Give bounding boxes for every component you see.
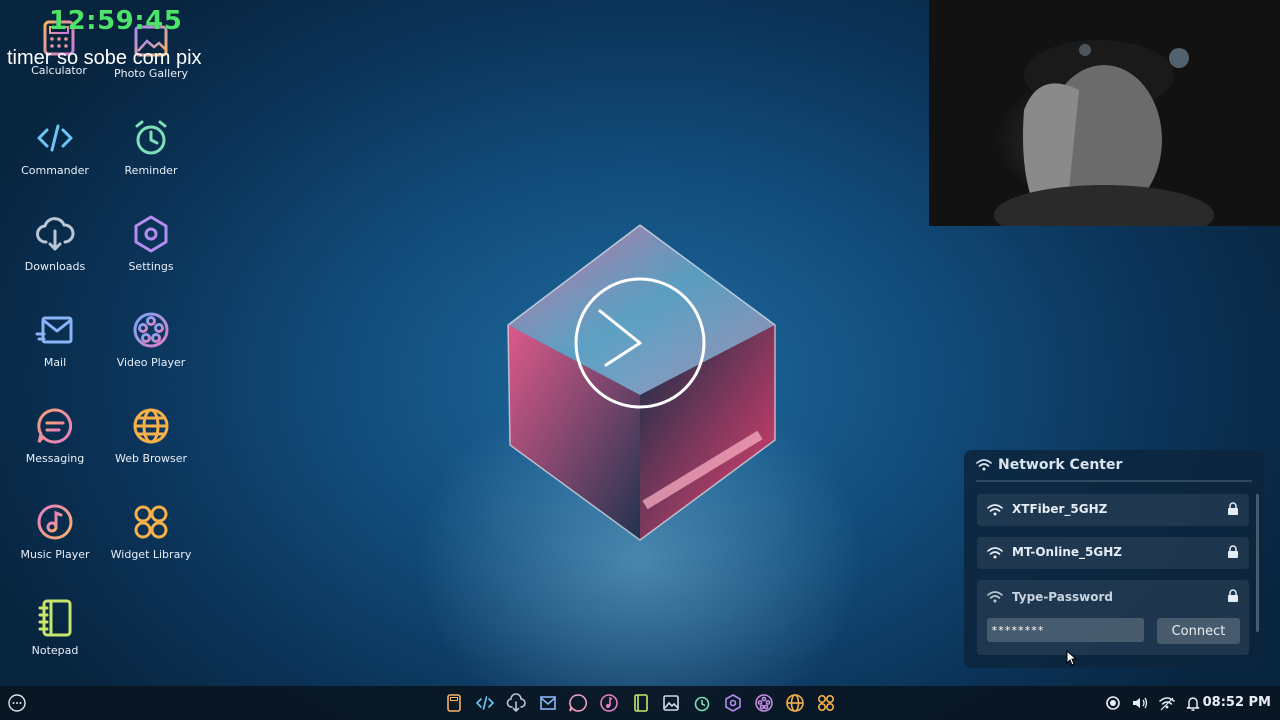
network-item-type-password[interactable]: Type-Password Connect [977,580,1249,655]
web-browser-icon [133,408,169,444]
video-player-icon [133,312,169,348]
desktop-icon-settings[interactable]: Settings [103,214,199,294]
music-player-icon[interactable] [599,693,619,713]
network-item-xtfiber[interactable]: XTFiber_5GHZ [977,494,1249,526]
settings-icon [134,215,168,253]
desktop-icon-label: Notepad [31,644,79,657]
music-player-icon [37,504,73,540]
settings-icon[interactable] [723,693,743,713]
desktop-icon-label: Web Browser [114,452,188,465]
password-field[interactable] [987,618,1144,642]
desktop-icon-mail[interactable]: Mail [7,310,103,390]
desktop-icon-label: Messaging [25,452,85,465]
downloads-icon[interactable] [506,693,526,713]
webcam-overlay [929,0,1280,226]
desktop-icon-label: Music Player [20,548,90,561]
widget-library-icon[interactable] [816,693,836,713]
volume-icon[interactable] [1130,693,1150,713]
overlay-caption: timer so sobe com pix [7,47,202,69]
launcher-icon[interactable] [7,693,27,713]
record-icon[interactable] [1103,693,1123,713]
desktop-icon-label: Commander [21,164,89,177]
taskbar: 08:52 PM [0,686,1280,720]
desktop-icon-reminder[interactable]: Reminder [103,118,199,198]
network-item-mt-online[interactable]: MT-Online_5GHZ [977,537,1249,569]
messaging-icon [37,408,73,444]
connect-button[interactable]: Connect [1157,618,1240,644]
video-player-icon[interactable] [754,693,774,713]
wallpaper-cube-clock [490,215,790,555]
scrollbar[interactable] [1256,494,1259,632]
wifi-icon [987,591,1003,603]
wifi-icon[interactable] [1157,693,1177,713]
desktop-icon-video-player[interactable]: Video Player [103,310,199,390]
desktop-icon-web-browser[interactable]: Web Browser [103,406,199,486]
desktop-icon-label: Downloads [24,260,86,273]
network-center-title: Network Center [998,457,1123,473]
desktop-icon-downloads[interactable]: Downloads [7,214,103,294]
wifi-icon [976,459,992,471]
commander-icon [37,124,73,152]
network-name: XTFiber_5GHZ [1012,502,1108,516]
desktop-icon-commander[interactable]: Commander [7,118,103,198]
mail-icon [35,316,73,344]
desktop-icon-notepad[interactable]: Notepad [7,598,103,678]
mouse-cursor-icon [1066,650,1078,666]
wifi-icon [987,504,1003,516]
desktop-icon-label: Mail [43,356,67,369]
desktop-icon-label: Settings [128,260,174,273]
reminder-icon[interactable] [692,693,712,713]
lock-icon [1228,545,1238,558]
messaging-icon[interactable] [568,693,588,713]
desktop-icon-widget-library[interactable]: Widget Library [103,502,199,582]
notepad-icon [38,599,72,637]
notepad-icon[interactable] [630,693,650,713]
downloads-icon [36,217,75,251]
desktop-icon-music-player[interactable]: Music Player [7,502,103,582]
desktop-icon-label: Widget Library [110,548,192,561]
mail-icon[interactable] [537,693,557,713]
network-name: MT-Online_5GHZ [1012,545,1122,559]
lock-icon [1228,589,1238,602]
desktop-icon-messaging[interactable]: Messaging [7,406,103,486]
commander-icon[interactable] [475,693,495,713]
calculator-icon[interactable] [444,693,464,713]
lock-icon [1228,502,1238,515]
taskbar-clock[interactable]: 08:52 PM [1203,695,1271,710]
reminder-icon [135,120,167,155]
desktop-icon-label: Reminder [124,164,178,177]
desktop-icon-label: Video Player [116,356,186,369]
wifi-icon [987,547,1003,559]
web-browser-icon[interactable] [785,693,805,713]
photo-gallery-icon[interactable] [661,693,681,713]
network-name: Type-Password [1012,590,1113,604]
bell-icon[interactable] [1183,693,1203,713]
network-center-panel: Network Center XTFiber_5GHZ MT-Online_5G… [964,450,1264,668]
widget-library-icon [134,505,168,539]
divider [976,480,1252,482]
overlay-timer: 12:59:45 [49,6,183,36]
